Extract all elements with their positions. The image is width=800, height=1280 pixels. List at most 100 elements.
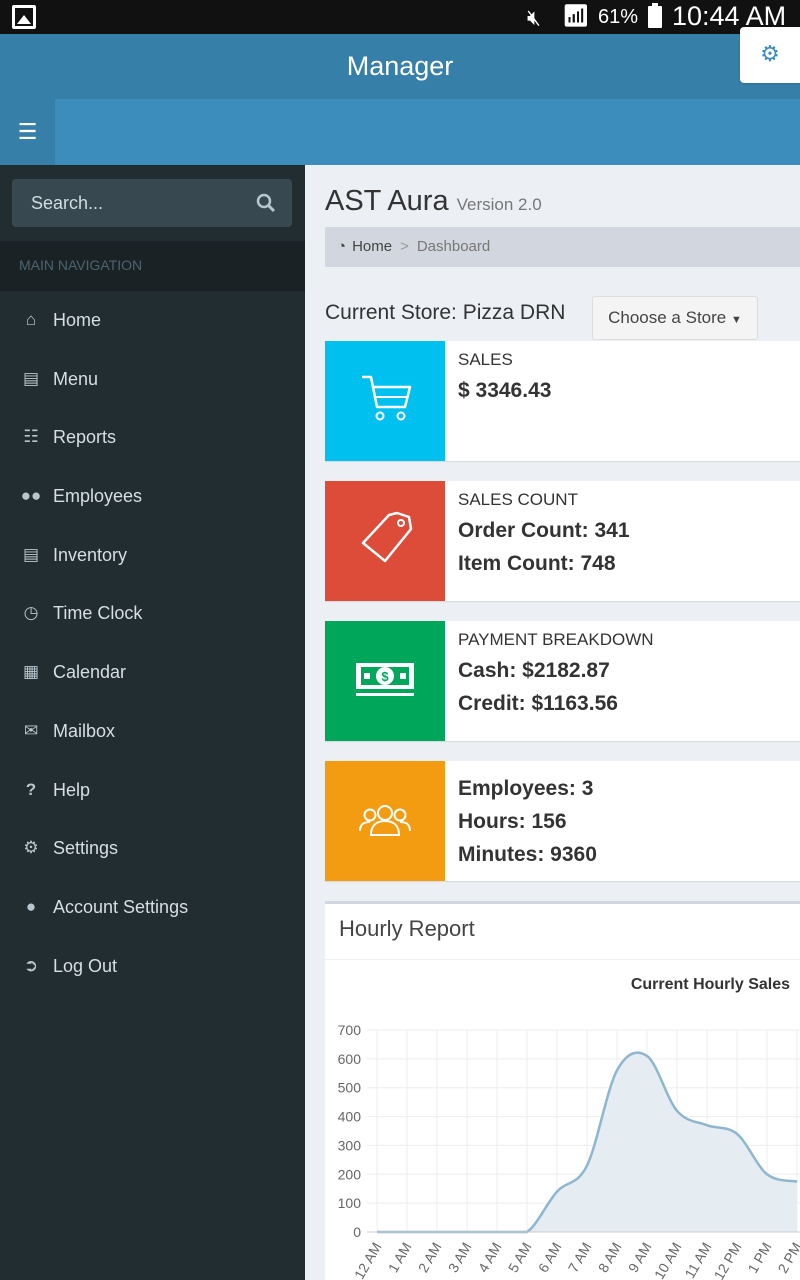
breadcrumb: ◔ Home > Dashboard xyxy=(325,227,800,267)
top-navbar: ☰ xyxy=(0,99,800,165)
divider xyxy=(325,959,800,960)
x-tick-label: 8 AM xyxy=(595,1240,625,1276)
clock-icon: ◷ xyxy=(23,603,39,623)
x-tick-label: 12 AM xyxy=(351,1240,385,1280)
sales-card-body: SALES $ 3346.43 xyxy=(458,350,551,407)
sidebar-item-reports[interactable]: ☷ Reports xyxy=(0,408,305,467)
employees-value: Employees: 3 xyxy=(458,777,594,800)
list-icon: ▤ xyxy=(22,368,40,388)
breadcrumb-separator: > xyxy=(400,238,409,255)
battery-percent: 61% xyxy=(598,6,639,28)
sidebar-item-label: Help xyxy=(53,779,91,800)
version-text: Version 2.0 xyxy=(456,195,542,214)
page-title: AST Aura Version 2.0 xyxy=(325,185,542,218)
sales-count-label: SALES COUNT xyxy=(458,490,578,509)
app-title: Manager xyxy=(0,34,800,99)
y-tick-label: 500 xyxy=(338,1080,362,1096)
sidebar-item-home[interactable]: ⌂ Home xyxy=(0,291,305,350)
wifi-icon: 📶︎ xyxy=(562,3,590,28)
gallery-icon xyxy=(12,5,36,29)
x-tick-label: 12 PM xyxy=(711,1240,745,1280)
dashboard-icon: ◔ xyxy=(337,238,347,255)
sidebar-item-label: Account Settings xyxy=(53,896,189,917)
x-tick-label: 1 PM xyxy=(744,1240,774,1276)
x-tick-label: 5 AM xyxy=(505,1240,535,1276)
sidebar-item-label: Inventory xyxy=(53,544,128,565)
x-tick-label: 2 AM xyxy=(415,1240,445,1276)
y-tick-label: 600 xyxy=(338,1051,362,1067)
payment-card-body: PAYMENT BREAKDOWN Cash: $2182.87 Credit:… xyxy=(458,630,654,720)
sidebar-item-label: Calendar xyxy=(53,662,127,683)
y-tick-label: 0 xyxy=(353,1224,361,1240)
status-bar: 🔇︎ 📶︎ 61% 10:44 AM xyxy=(0,0,800,34)
sign-out-icon: ➲ xyxy=(23,955,39,975)
x-tick-label: 11 AM xyxy=(681,1240,714,1280)
x-tick-label: 1 AM xyxy=(385,1240,415,1276)
question-icon: ? xyxy=(25,779,37,799)
sidebar-item-menu[interactable]: ▤ Menu xyxy=(0,350,305,409)
staff-card-body: Employees: 3 Hours: 156 Minutes: 9360 xyxy=(458,772,597,871)
sidebar-item-settings[interactable]: ⚙ Settings xyxy=(0,819,305,878)
sidebar-item-label: Log Out xyxy=(53,955,118,976)
menu-toggle-button[interactable]: ☰ xyxy=(0,99,55,165)
calendar-icon: ▦ xyxy=(22,662,40,682)
choose-store-button[interactable]: Choose a Store ▼ xyxy=(592,296,758,340)
sidebar-item-log-out[interactable]: ➲ Log Out xyxy=(0,937,305,996)
y-tick-label: 700 xyxy=(338,1022,362,1038)
x-tick-label: 9 AM xyxy=(625,1240,655,1276)
search-placeholder: Search... xyxy=(31,193,104,213)
search-input[interactable]: Search... xyxy=(12,179,292,227)
x-tick-label: 10 AM xyxy=(651,1240,685,1280)
x-tick-label: 2 PM xyxy=(774,1240,800,1276)
search-icon[interactable] xyxy=(256,179,276,231)
document-icon: ☷ xyxy=(23,427,39,447)
svg-text:$: $ xyxy=(381,669,389,684)
payment-breakdown-card: $ PAYMENT BREAKDOWN Cash: $2182.87 Credi… xyxy=(325,621,800,741)
hourly-report-title: Hourly Report xyxy=(339,916,475,941)
main-content: AST Aura Version 2.0 ◔ Home > Dashboard Curr… xyxy=(305,165,800,1280)
y-tick-label: 100 xyxy=(338,1195,362,1211)
sidebar-item-inventory[interactable]: ▤ Inventory xyxy=(0,526,305,585)
breadcrumb-current: Dashboard xyxy=(416,238,491,255)
home-icon: ⌂ xyxy=(25,310,37,329)
choose-store-label: Choose a Store xyxy=(608,308,727,327)
battery-icon xyxy=(648,3,662,28)
sidebar-item-label: Time Clock xyxy=(53,603,143,624)
staff-card: Employees: 3 Hours: 156 Minutes: 9360 xyxy=(325,761,800,881)
credit-value: Credit: $1163.56 xyxy=(458,692,618,715)
sidebar-item-label: Employees xyxy=(53,486,143,507)
sidebar-item-label: Home xyxy=(53,310,102,330)
caret-down-icon: ▼ xyxy=(730,314,742,326)
cash-value: Cash: $2182.87 xyxy=(458,659,610,682)
hourly-sales-chart: 700 600 500 400 300 200 100 012 AM 1 AM 2 AM 3 AM 4… xyxy=(338,1022,800,1280)
user-icon: ● xyxy=(25,896,37,916)
order-count-value: Order Count: 341 xyxy=(458,519,630,542)
sidebar-item-calendar[interactable]: ▦ Calendar xyxy=(0,643,305,702)
sales-count-card: SALES COUNT Order Count: 341 Item Count:… xyxy=(325,481,800,601)
sidebar-item-time-clock[interactable]: ◷ Time Clock xyxy=(0,584,305,643)
sidebar-item-employees[interactable]: ●● Employees xyxy=(0,467,305,526)
sidebar-item-account-settings[interactable]: ● Account Settings xyxy=(0,878,305,937)
control-sidebar-button[interactable]: ⚙ xyxy=(740,27,800,83)
cart-icon xyxy=(325,341,445,461)
gear-icon: ⚙ xyxy=(23,838,39,858)
x-tick-label: 7 AM xyxy=(565,1240,595,1276)
sales-card: SALES $ 3346.43 xyxy=(325,341,800,461)
hamburger-icon: ☰ xyxy=(17,119,38,144)
sidebar-item-mailbox[interactable]: ✉ Mailbox xyxy=(0,702,305,761)
envelope-icon: ✉ xyxy=(23,720,39,740)
y-tick-label: 300 xyxy=(338,1137,362,1153)
page-title-text: AST Aura xyxy=(325,185,449,217)
sidebar-item-help[interactable]: ? Help xyxy=(0,761,305,820)
minutes-value: Minutes: 9360 xyxy=(458,843,597,866)
sidebar-item-label: Reports xyxy=(53,427,117,448)
y-tick-label: 200 xyxy=(338,1166,362,1182)
payment-label: PAYMENT BREAKDOWN xyxy=(458,630,654,649)
sidebar-item-label: Mailbox xyxy=(53,720,116,741)
hours-value: Hours: 156 xyxy=(458,810,567,833)
current-store-label: Current Store: Pizza DRN xyxy=(325,301,566,324)
gear-icon: ⚙ xyxy=(760,41,780,66)
mute-icon: 🔇︎ xyxy=(527,5,541,30)
breadcrumb-home-link[interactable]: Home xyxy=(352,238,392,255)
chart-title: Current Hourly Sales xyxy=(630,976,790,993)
